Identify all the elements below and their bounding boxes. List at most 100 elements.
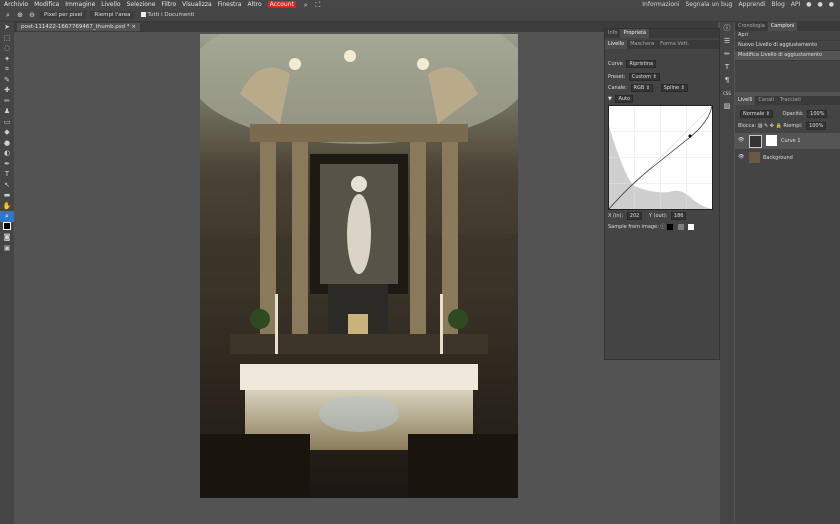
sample-black-icon[interactable] <box>667 223 674 230</box>
twitter-icon[interactable]: ● <box>818 1 823 8</box>
panel-sidebar: ⓘ ☰ ✏ T ¶ CSS ▨ <box>720 22 734 524</box>
menu-finestra[interactable]: Finestra <box>218 1 242 8</box>
link-informazioni[interactable]: Informazioni <box>642 1 679 8</box>
marquee-tool-icon[interactable]: ⬚ <box>0 33 14 44</box>
preset-select[interactable]: Custom ⇕ <box>628 73 660 81</box>
reset-button[interactable]: Ripristina <box>626 60 657 68</box>
all-documents-checkbox[interactable]: Tutti i Documenti <box>140 12 194 18</box>
screen-mode-icon[interactable]: ▣ <box>0 243 14 254</box>
quick-mask-icon[interactable]: ◙ <box>0 232 14 243</box>
layers-tabs: Livelli Canali Tracciati <box>735 96 840 105</box>
zoom-icon[interactable]: ⌕ <box>4 11 12 19</box>
fill-area-button[interactable]: Riempi l'area <box>90 11 135 19</box>
bucket-icon[interactable]: ◆ <box>0 127 14 138</box>
pen-tool-icon[interactable]: ✒ <box>0 159 14 170</box>
info-icon[interactable]: ⓘ <box>720 22 734 35</box>
search-icon[interactable]: ⌕ <box>302 1 310 9</box>
dodge-tool-icon[interactable]: ◐ <box>0 148 14 159</box>
tab-cronologia[interactable]: Cronologia <box>735 22 768 31</box>
fullscreen-icon[interactable]: ⛶ <box>314 1 322 9</box>
menu-immagine[interactable]: Immagine <box>65 1 95 8</box>
tab-info[interactable]: Info <box>605 29 620 38</box>
zoom-tool-icon[interactable]: ⌕ <box>0 211 14 222</box>
canvas-image[interactable] <box>200 34 518 498</box>
eyedropper-icon[interactable]: ✎ <box>0 75 14 86</box>
eye-icon[interactable]: 👁 <box>738 154 744 160</box>
lock-icon[interactable]: ▨ ✎ ✥ 🔒 <box>758 123 784 129</box>
brush-settings-icon[interactable]: ✏ <box>720 48 734 61</box>
color-swatch-icon[interactable] <box>0 221 14 233</box>
css-icon[interactable]: CSS <box>720 87 734 100</box>
sample-gray-icon[interactable] <box>677 223 684 230</box>
zoom-out-icon[interactable]: ⊖ <box>28 11 36 19</box>
menu-altro[interactable]: Altro <box>248 1 262 8</box>
subtab-forma-vettoriale[interactable]: Forma Vett. <box>657 40 692 49</box>
history-item[interactable]: Apri <box>735 31 840 41</box>
eye-icon[interactable]: 👁 <box>738 137 744 143</box>
subtab-livello[interactable]: Livello <box>605 40 628 49</box>
channel-select[interactable]: RGB ⇕ <box>630 84 654 92</box>
path-select-icon[interactable]: ↖ <box>0 180 14 191</box>
layer-row[interactable]: 👁 Curve 1 <box>735 133 840 149</box>
opacity-input[interactable]: 100% <box>807 110 828 118</box>
menu-selezione[interactable]: Selezione <box>127 1 156 8</box>
hand-tool-icon[interactable]: ✋ <box>0 201 14 212</box>
x-input[interactable]: 202 <box>626 212 643 220</box>
subtab-maschera[interactable]: Maschera <box>627 40 657 49</box>
crop-tool-icon[interactable]: ⌗ <box>0 64 14 75</box>
blur-tool-icon[interactable]: ● <box>0 138 14 149</box>
y-input[interactable]: 186 <box>670 212 687 220</box>
tab-campioni[interactable]: Campioni <box>767 22 798 31</box>
sample-white-icon[interactable] <box>688 223 695 230</box>
close-icon[interactable]: × <box>131 24 136 30</box>
curve-graph[interactable] <box>608 105 713 210</box>
document-tab[interactable]: post-111422-1667769467_thumb.psd * × <box>17 23 141 31</box>
link-api[interactable]: API <box>791 1 801 8</box>
shape-tool-icon[interactable]: ▬ <box>0 190 14 201</box>
layer-mask-thumbnail[interactable] <box>766 135 777 146</box>
move-tool-icon[interactable]: ➤ <box>0 22 14 33</box>
tab-proprieta[interactable]: Proprietà <box>620 29 650 38</box>
curve-label: Curve <box>608 61 623 67</box>
image-icon[interactable]: ▨ <box>720 100 734 113</box>
brush-tool-icon[interactable]: ✏ <box>0 96 14 107</box>
tab-livelli[interactable]: Livelli <box>735 96 756 105</box>
menu-filtro[interactable]: Filtro <box>161 1 176 8</box>
paragraph-icon[interactable]: ¶ <box>720 74 734 87</box>
menu-visualizza[interactable]: Visualizza <box>182 1 212 8</box>
pixel-per-pixel-button[interactable]: Pixel per pixel <box>40 11 87 19</box>
fill-input[interactable]: 100% <box>806 122 827 130</box>
properties-panel: Info Proprietà Livello Maschera Forma Ve… <box>604 28 720 360</box>
character-icon[interactable]: T <box>720 61 734 74</box>
clone-stamp-icon[interactable]: ♟ <box>0 106 14 117</box>
blend-mode-select[interactable]: Normale ⇕ <box>740 110 773 118</box>
eraser-icon[interactable]: ▭ <box>0 117 14 128</box>
link-blog[interactable]: Blog <box>771 1 784 8</box>
text-tool-icon[interactable]: T <box>0 169 14 180</box>
menu-modifica[interactable]: Modifica <box>34 1 59 8</box>
facebook-icon[interactable]: ● <box>829 1 834 8</box>
dropdown-arrow-icon[interactable]: ▼ <box>608 96 612 102</box>
healing-brush-icon[interactable]: ✚ <box>0 85 14 96</box>
zoom-in-icon[interactable]: ⊕ <box>16 11 24 19</box>
preset-row: Preset: Custom ⇕ <box>608 73 660 81</box>
link-bug[interactable]: Segnala un bug <box>685 1 732 8</box>
lasso-tool-icon[interactable]: ◌ <box>0 43 14 54</box>
layer-row[interactable]: 👁 Background <box>735 150 840 166</box>
tab-tracciati[interactable]: Tracciati <box>777 96 804 105</box>
menu-livello[interactable]: Livello <box>101 1 120 8</box>
curve-point[interactable] <box>688 134 692 138</box>
reddit-icon[interactable]: ● <box>806 1 811 8</box>
link-apprendi[interactable]: Apprendi <box>738 1 765 8</box>
menu-archivio[interactable]: Archivio <box>4 1 28 8</box>
history-item[interactable]: Modifica Livello di aggiustamento <box>735 51 840 61</box>
history-item[interactable]: Nuovo Livello di aggiustamento <box>735 41 840 51</box>
auto-button[interactable]: Auto <box>615 95 634 103</box>
checkbox-box[interactable] <box>140 12 146 17</box>
menu-account[interactable]: Account <box>267 1 296 8</box>
magic-wand-icon[interactable]: ✦ <box>0 54 14 65</box>
tab-canali[interactable]: Canali <box>755 96 777 105</box>
blend-mode-value: Normale <box>743 111 765 117</box>
interpolation-select[interactable]: Spline ⇕ <box>660 84 688 92</box>
properties-icon[interactable]: ☰ <box>720 35 734 48</box>
